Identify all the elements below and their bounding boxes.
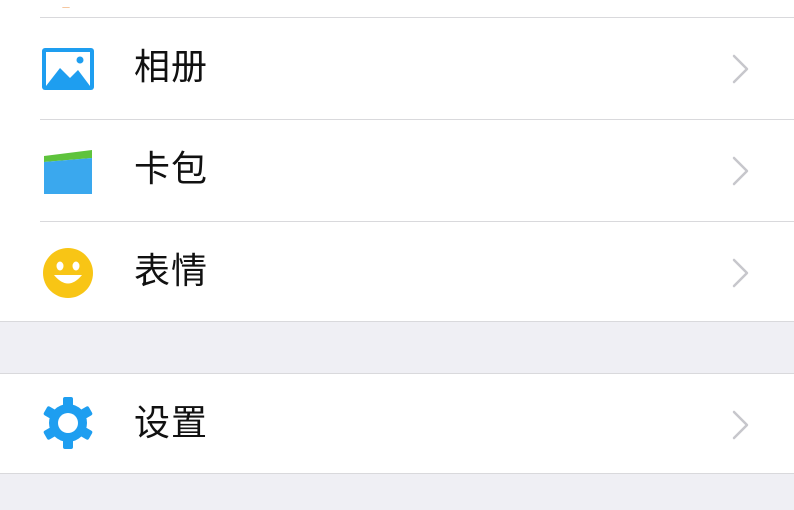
menu-item-album[interactable]: 相册 bbox=[0, 18, 794, 119]
menu-group-main: 相册 卡包 表情 bbox=[0, 0, 794, 322]
gear-icon bbox=[40, 396, 96, 450]
chevron-right-icon bbox=[730, 256, 752, 290]
me-screen: 相册 卡包 表情 设置 bbox=[0, 0, 794, 510]
previous-row-icon-fragment bbox=[40, 0, 96, 8]
menu-item-stickers[interactable]: 表情 bbox=[0, 222, 794, 323]
chevron-right-icon bbox=[730, 52, 752, 86]
chevron-right-icon bbox=[730, 154, 752, 188]
photo-album-icon bbox=[40, 42, 96, 96]
menu-group-settings: 设置 bbox=[0, 373, 794, 474]
card-wallet-icon bbox=[40, 144, 96, 198]
menu-item-settings[interactable]: 设置 bbox=[0, 374, 794, 475]
menu-item-label: 表情 bbox=[134, 251, 209, 292]
menu-item-label: 相册 bbox=[134, 47, 209, 88]
smiley-face-icon bbox=[40, 246, 96, 300]
menu-item-label: 卡包 bbox=[134, 149, 209, 190]
menu-item-card-wallet[interactable]: 卡包 bbox=[0, 120, 794, 221]
menu-item-label: 设置 bbox=[134, 403, 209, 444]
chevron-right-icon bbox=[730, 408, 752, 442]
